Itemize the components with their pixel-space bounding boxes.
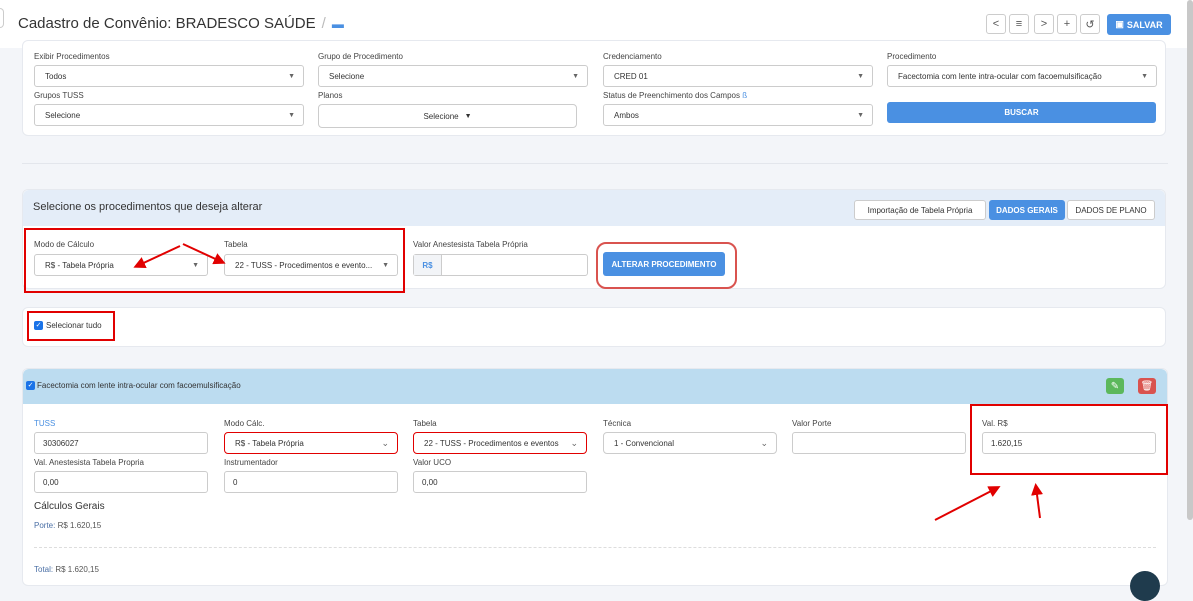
annotation-arrows [133, 243, 1043, 521]
arrow-2 [182, 243, 226, 265]
arrow-3 [934, 486, 1001, 521]
arrow-1 [133, 245, 181, 269]
arrow-4 [1031, 483, 1043, 519]
